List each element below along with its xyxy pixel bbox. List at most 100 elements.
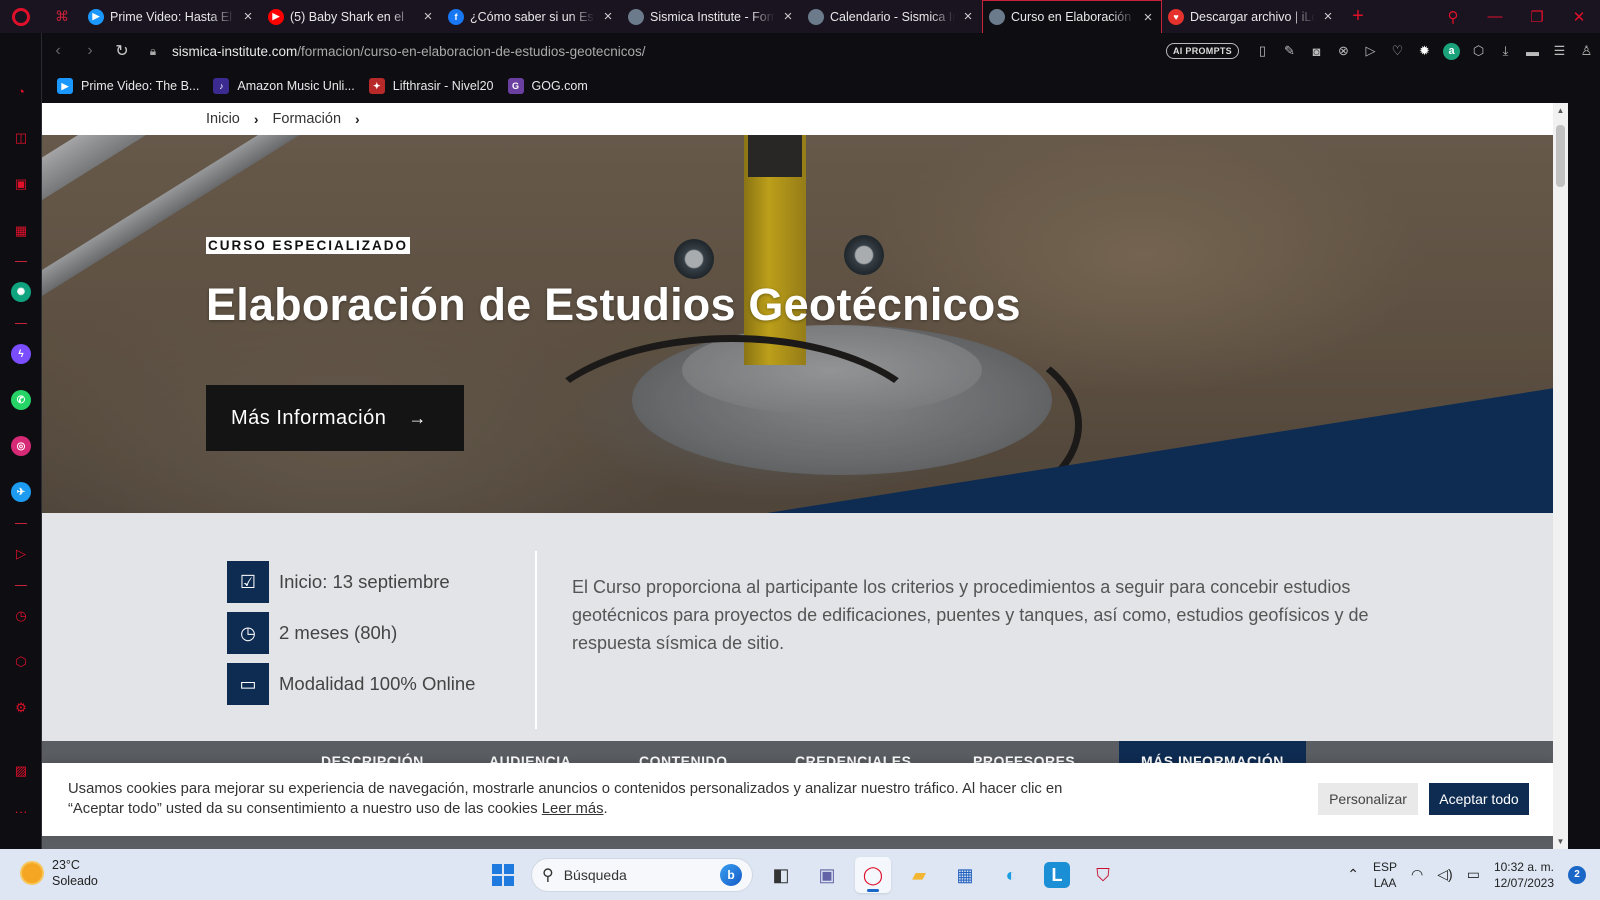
browser-tab[interactable]: Sismica Institute - Form × [622,0,802,33]
task-view-icon[interactable]: ◧ [763,857,799,893]
battery-icon[interactable]: ▭ [1467,866,1480,883]
profile-icon[interactable]: ♙ [1573,43,1600,59]
customize-cookies-button[interactable]: Personalizar [1318,783,1418,815]
calendar-icon[interactable]: ▦ [11,221,31,241]
scrollbar-thumb[interactable] [1556,125,1565,187]
browser-tab[interactable]: f ¿Cómo saber si un Estu × [442,0,622,33]
tab-title: (5) Baby Shark en el [290,9,404,24]
lock-icon[interactable]: 🔒︎ [142,44,164,59]
bookmark-label: Lifthrasir - Nivel20 [392,79,494,93]
close-tab-icon[interactable]: × [1141,9,1155,26]
close-tab-icon[interactable]: × [781,8,795,25]
show-hidden-icons[interactable]: ⌃ [1347,866,1359,883]
player-icon[interactable]: ▷ [11,544,31,564]
bookmark-item[interactable]: ♪ Amazon Music Unli... [213,78,355,94]
l-app-icon[interactable]: L [1044,862,1070,888]
hero-banner: CURSO ESPECIALIZADO Elaboración de Estud… [42,135,1553,513]
file-explorer-icon[interactable]: ▰ [901,857,937,893]
notification-badge[interactable]: 2 [1568,865,1586,884]
taskbar-search[interactable]: ⚲ Búsqueda b [531,858,753,892]
instagram-icon[interactable]: ◎ [11,436,31,456]
ai-prompts-button[interactable]: AI PROMPTS [1165,43,1239,59]
scroll-down-icon[interactable]: ▼ [1553,837,1568,846]
browser-tab[interactable]: ▶ (5) Baby Shark en el × [262,0,442,33]
start-button[interactable] [485,857,521,893]
language-indicator[interactable]: ESP LAA [1373,859,1397,891]
new-tab-button[interactable]: + [1342,5,1374,28]
mcafee-icon[interactable]: ⛉ [1085,857,1121,893]
bookmark-item[interactable]: ▶ Prime Video: The B... [57,78,199,94]
restore-button[interactable]: ❐ [1516,8,1558,26]
adblock-icon[interactable]: ⊗ [1330,43,1357,59]
chevron-right-icon: › [355,111,360,127]
chatgpt-icon[interactable]: ✺ [11,282,31,302]
breadcrumb-formacion[interactable]: Formación [273,111,342,127]
wifi-icon[interactable]: ◠ [1411,866,1423,883]
more-icon[interactable]: ··· [11,801,31,821]
window-controls: ⚲ — ❐ ✕ [1432,0,1600,33]
more-info-button[interactable]: Más Información → [206,385,464,451]
easy-setup-icon[interactable]: ☰ [1546,43,1573,59]
heart-icon: ♥ [1168,8,1184,25]
edge-icon[interactable]: ◐ [993,857,1029,893]
close-tab-icon[interactable]: × [961,8,975,25]
gamepad-icon[interactable]: ⌘ [42,0,82,33]
bookmark-item[interactable]: G GOG.com [507,78,588,94]
camera-icon[interactable]: ◙ [1303,44,1330,59]
lang-layout: LAA [1373,875,1397,890]
bing-icon[interactable]: b [720,864,742,886]
forward-icon[interactable]: › [74,42,106,60]
weather-widget[interactable]: 23°C Soleado [22,857,98,889]
browser-tab[interactable]: Calendario - Sismica In × [802,0,982,33]
url-field[interactable]: sismica-institute.com/formacion/curso-en… [172,44,645,59]
reload-icon[interactable]: ↻ [106,41,138,61]
aria-icon[interactable]: a [1438,42,1465,60]
globe-icon [989,9,1005,25]
opera-logo-icon[interactable] [0,0,42,33]
heart-icon[interactable]: ♡ [1384,43,1411,59]
browser-tab[interactable]: ♥ Descargar archivo | iLov × [1162,0,1342,33]
shopping-bag-icon[interactable]: ◫ [11,128,31,148]
history-icon[interactable]: ◷ [11,606,31,626]
cube-icon[interactable]: ⬡ [11,652,31,672]
battery-saver-icon[interactable]: ▬ [1519,44,1546,59]
scroll-up-icon[interactable]: ▲ [1553,106,1568,115]
edit-icon[interactable]: ✎ [1276,43,1303,59]
windows-logo-icon [492,864,514,886]
extension-bug-icon[interactable]: ✹ [1411,43,1438,59]
bookmark-item[interactable]: ✦ Lifthrasir - Nivel20 [368,78,494,94]
youtube-icon: ▶ [268,8,284,25]
close-tab-icon[interactable]: × [1321,8,1335,25]
minimize-button[interactable]: — [1474,8,1516,25]
volume-icon[interactable]: ◁) [1437,866,1452,883]
breadcrumb-inicio[interactable]: Inicio [206,111,240,127]
close-tab-icon[interactable]: × [241,8,255,25]
tab-search-icon[interactable]: ⚲ [1432,8,1474,26]
messenger-icon[interactable]: ϟ [11,344,31,364]
settings-gear-icon[interactable]: ⚙ [11,698,31,718]
box-icon[interactable]: ⬡ [1465,43,1492,59]
close-tab-icon[interactable]: × [601,8,615,25]
opera-taskbar-icon[interactable]: ◯ [855,857,891,893]
read-more-link[interactable]: Leer más [542,801,604,817]
accept-all-cookies-button[interactable]: Aceptar todo [1429,783,1529,815]
speed-dial-icon[interactable]: ◔ [11,81,31,101]
web-page: Inicio › Formación › CURSO ESPECIALIZADO… [42,103,1553,849]
reader-icon[interactable]: ▯ [1249,43,1276,59]
twitch-icon[interactable]: ▣ [11,174,31,194]
browser-tab[interactable]: ▶ Prime Video: Hasta El Ú × [82,0,262,33]
close-tab-icon[interactable]: × [421,8,435,25]
back-icon[interactable]: ‹ [42,42,74,60]
download-icon[interactable]: ⤓ [1492,43,1519,59]
close-window-button[interactable]: ✕ [1558,8,1600,26]
twitter-icon[interactable]: ✈ [11,482,31,502]
page-scrollbar[interactable]: ▲ ▼ [1553,103,1568,849]
more-info-label: Más Información [231,406,387,429]
whatsapp-icon[interactable]: ✆ [11,390,31,410]
clock[interactable]: 10:32 a. m. 12/07/2023 [1494,859,1554,891]
browser-tab[interactable]: Curso en Elaboración d × [982,0,1162,33]
teams-chat-icon[interactable]: ▣ [809,857,845,893]
send-icon[interactable]: ▷ [1357,43,1384,59]
snapshot-icon[interactable]: ▨ [11,761,31,781]
ms-store-icon[interactable]: ▦ [947,857,983,893]
